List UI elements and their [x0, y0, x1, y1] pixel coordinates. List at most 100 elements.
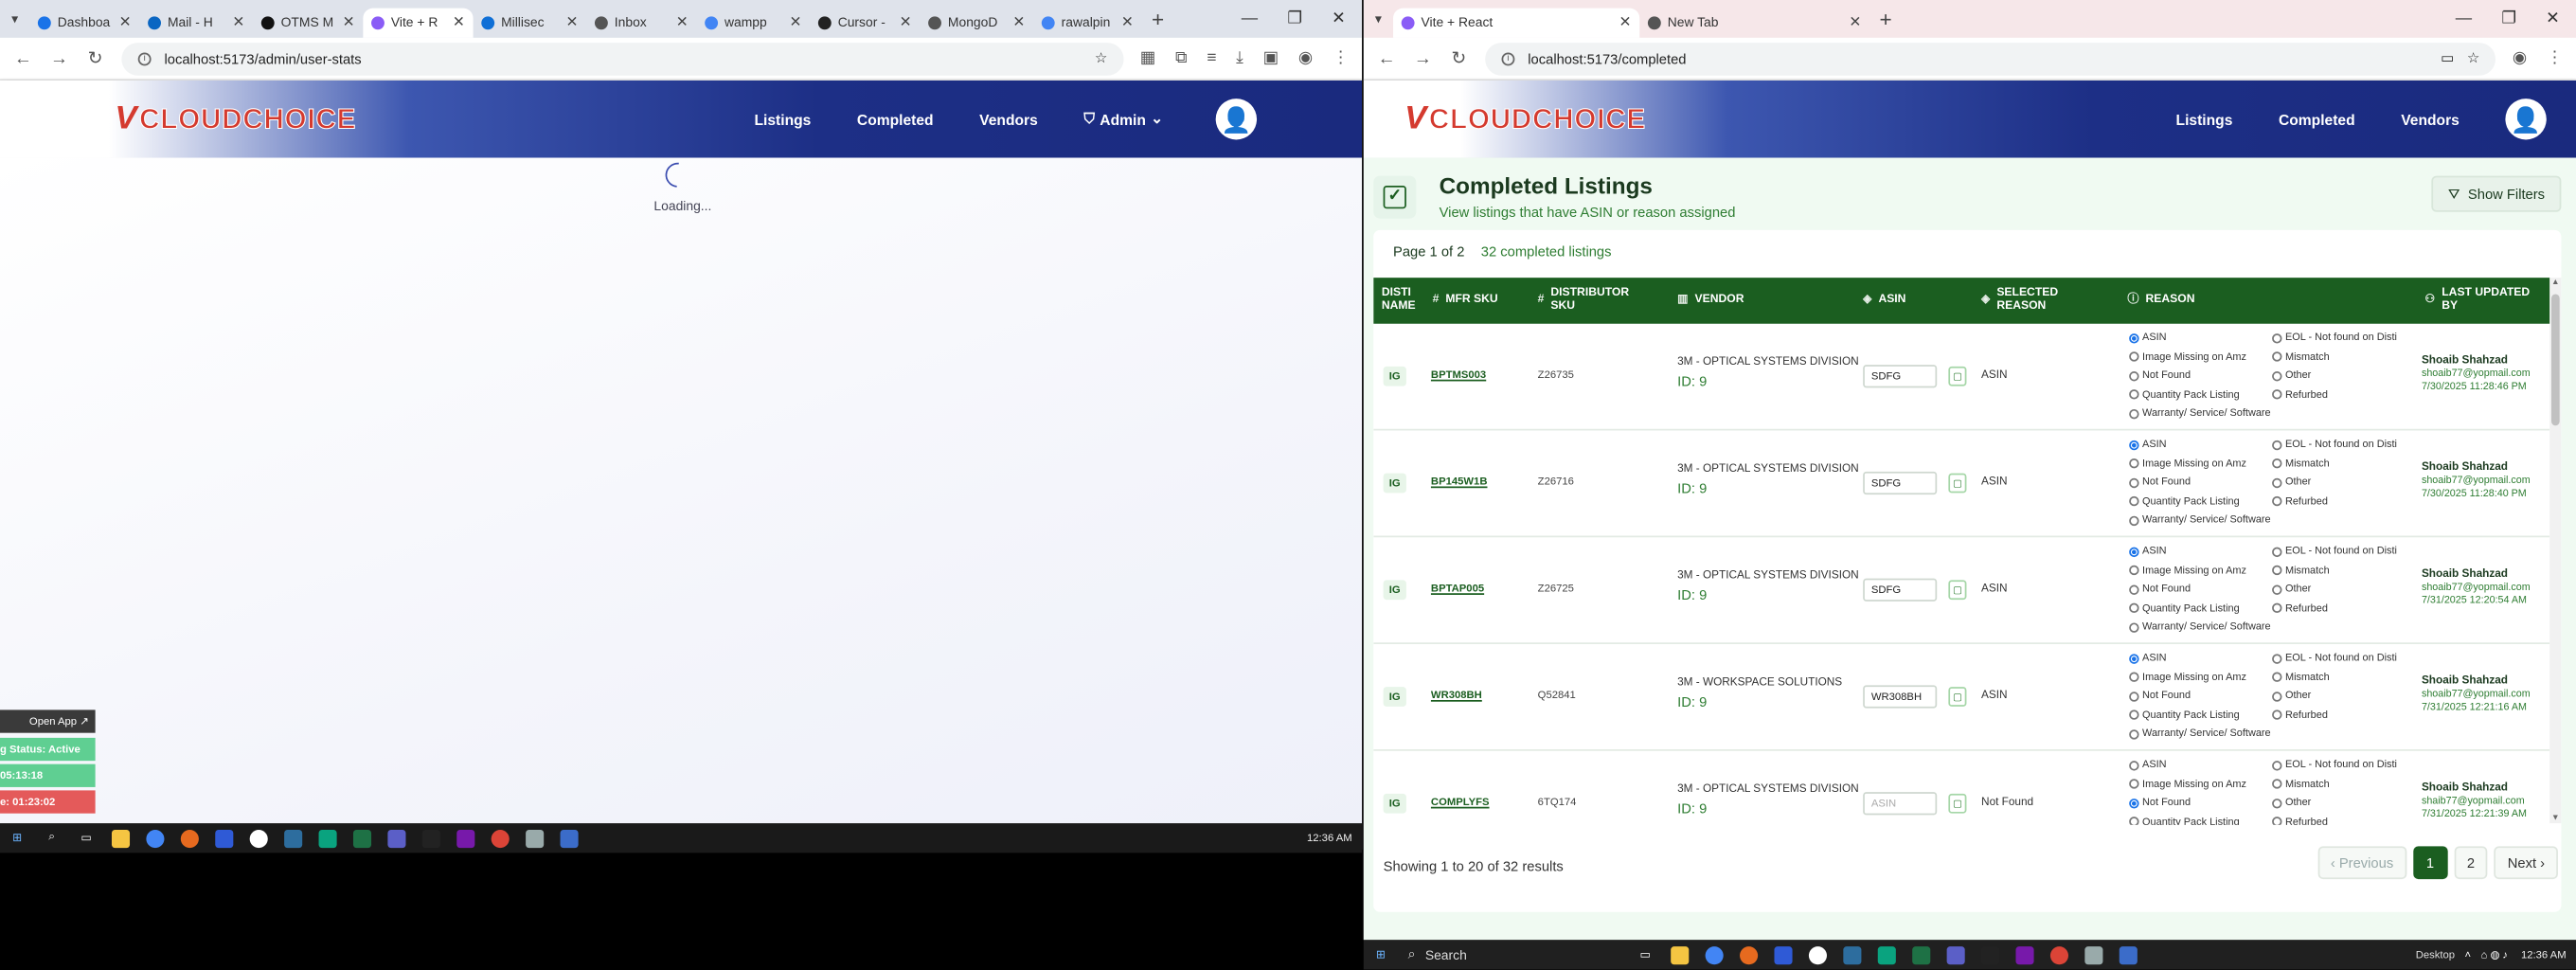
right-profile-icon[interactable]: ◉	[2513, 49, 2527, 67]
col-mfr-sku[interactable]: # MFR SKU	[1433, 278, 1498, 324]
radio-button[interactable]	[2129, 408, 2139, 419]
calculator-icon[interactable]	[560, 829, 579, 848]
nav-completed[interactable]: Completed	[857, 111, 934, 127]
radio-button[interactable]	[2129, 458, 2139, 469]
save-asin-icon[interactable]: ▢	[1948, 793, 1967, 814]
reason-option[interactable]: ASIN	[2129, 759, 2167, 771]
url-input[interactable]: i localhost:5173/admin/user-stats ☆	[121, 42, 1124, 75]
reason-option[interactable]: Refurbed	[2272, 602, 2328, 614]
save-asin-icon[interactable]: ▢	[1948, 366, 1967, 386]
reason-option[interactable]: Image Missing on Amz	[2129, 458, 2246, 469]
updater-email[interactable]: shoaib77@yopmail.com	[2422, 475, 2531, 488]
reason-option[interactable]: ASIN	[2129, 546, 2167, 557]
nav-admin-dropdown[interactable]: ⛉ Admin ⌄	[1083, 110, 1163, 128]
reason-option[interactable]: Mismatch	[2272, 778, 2330, 790]
reason-option[interactable]: Quantity Pack Listing	[2129, 388, 2240, 400]
radio-button[interactable]	[2272, 476, 2282, 488]
radio-button[interactable]	[2272, 779, 2282, 789]
show-filters-button[interactable]: ⛛ Show Filters	[2431, 175, 2562, 212]
radio-button[interactable]	[2272, 602, 2282, 614]
reason-option[interactable]: Image Missing on Amz	[2129, 350, 2246, 363]
col-asin[interactable]: ◈ ASIN	[1863, 278, 1905, 324]
right-app-icon-3[interactable]	[1843, 945, 1862, 964]
taskbar-search-box[interactable]: ⌕ Search	[1398, 943, 1628, 966]
app-icon-3[interactable]	[284, 829, 303, 848]
reason-option[interactable]: Image Missing on Amz	[2129, 778, 2246, 790]
reason-option[interactable]: EOL - Not found on Disti	[2272, 439, 2397, 450]
updater-email[interactable]: shoaib77@yopmail.com	[2422, 368, 2531, 382]
desktop-label[interactable]: Desktop	[2416, 949, 2455, 961]
radio-button[interactable]	[2272, 710, 2282, 720]
cursor-app-icon[interactable]	[421, 829, 440, 848]
right-site-info-icon[interactable]: i	[1501, 51, 1515, 65]
col-vendor[interactable]: ▥ VENDOR	[1677, 278, 1744, 324]
site-info-icon[interactable]: i	[137, 51, 152, 65]
left-tab-2[interactable]: OTMS M ✕	[253, 8, 363, 37]
right-app-icon-5[interactable]	[2084, 945, 2103, 964]
app-icon-2[interactable]	[249, 829, 268, 848]
right-cursor-app-icon[interactable]	[1981, 945, 2000, 964]
menu-kebab-icon[interactable]: ⋮	[1333, 49, 1349, 67]
save-asin-icon[interactable]: ▢	[1948, 687, 1967, 707]
reason-option[interactable]: ASIN	[2129, 439, 2167, 450]
radio-button[interactable]	[2129, 672, 2139, 682]
tab-close-icon[interactable]: ✕	[119, 13, 132, 31]
mfr-sku-link[interactable]: BP145W1B	[1431, 476, 1488, 488]
updater-email[interactable]: shoaib77@yopmail.com	[2422, 689, 2531, 702]
radio-button[interactable]	[2129, 332, 2139, 343]
radio-button[interactable]	[2129, 440, 2139, 450]
radio-button[interactable]	[2129, 602, 2139, 614]
reason-option[interactable]: Warranty/ Service/ Software	[2129, 621, 2271, 633]
radio-button[interactable]	[2129, 779, 2139, 789]
teams-icon[interactable]	[387, 829, 406, 848]
firefox-icon[interactable]	[180, 829, 199, 848]
radio-button[interactable]	[2272, 653, 2282, 663]
chrome-alt-icon[interactable]	[491, 829, 510, 848]
right-app-icon-4[interactable]	[1877, 945, 1896, 964]
asin-input[interactable]: SDFG	[1863, 578, 1938, 602]
radio-button[interactable]	[2272, 672, 2282, 682]
reason-option[interactable]: ASIN	[2129, 653, 2167, 664]
reason-option[interactable]: Quantity Pack Listing	[2129, 816, 2240, 825]
chrome-icon[interactable]	[146, 829, 165, 848]
right-tab-search-icon[interactable]: ▾	[1364, 11, 1393, 27]
reason-option[interactable]: Image Missing on Amz	[2129, 672, 2246, 683]
reason-option[interactable]: Not Found	[2129, 691, 2191, 702]
close-window-icon[interactable]: ✕	[1332, 9, 1346, 27]
right-tab-1[interactable]: New Tab ✕	[1639, 8, 1869, 37]
left-tab-0[interactable]: Dashboa ✕	[29, 8, 139, 37]
mfr-sku-link[interactable]: WR308BH	[1431, 691, 1482, 702]
reason-option[interactable]: Mismatch	[2272, 458, 2330, 469]
tab-close-icon[interactable]: ✕	[232, 13, 244, 31]
windows-start-icon[interactable]: ⊞	[9, 829, 27, 847]
right-app-icon-2[interactable]	[1808, 945, 1827, 964]
right-app-icon-1[interactable]	[1774, 945, 1793, 964]
col-reason[interactable]: ⓘ REASON	[2127, 278, 2194, 324]
right-chrome-alt-icon[interactable]	[2049, 945, 2068, 964]
left-tab-6[interactable]: wampp ✕	[697, 8, 811, 37]
reason-option[interactable]: Mismatch	[2272, 565, 2330, 576]
mfr-sku-link[interactable]: COMPLYFS	[1431, 797, 1490, 808]
right-task-view-icon[interactable]: ▭	[1637, 945, 1655, 963]
tab-close-icon[interactable]: ✕	[1121, 13, 1134, 31]
left-tab-1[interactable]: Mail - H ✕	[139, 8, 253, 37]
reason-option[interactable]: Refurbed	[2272, 816, 2328, 825]
right-nav-completed[interactable]: Completed	[2279, 111, 2355, 127]
radio-button[interactable]	[2129, 495, 2139, 507]
reason-option[interactable]: Mismatch	[2272, 350, 2330, 363]
radio-button[interactable]	[2129, 653, 2139, 663]
radio-button[interactable]	[2272, 760, 2282, 770]
col-disti[interactable]: DISTI NAME	[1382, 278, 1428, 324]
table-scrollbar[interactable]: ▲ ▼	[2549, 278, 2562, 824]
tab-close-icon[interactable]: ✕	[343, 13, 355, 31]
page-1-button[interactable]: 1	[2413, 846, 2447, 880]
tab-search-icon[interactable]: ▾	[0, 11, 29, 27]
right-user-avatar-icon[interactable]: 👤	[2505, 99, 2547, 140]
asin-input[interactable]: SDFG	[1863, 471, 1938, 495]
reason-option[interactable]: Warranty/ Service/ Software	[2129, 728, 2271, 740]
reason-option[interactable]: Quantity Pack Listing	[2129, 710, 2240, 721]
reason-option[interactable]: Not Found	[2129, 584, 2191, 595]
right-cloudchoice-logo[interactable]: V CLOUDCHOICE	[1404, 100, 1646, 138]
right-menu-kebab-icon[interactable]: ⋮	[2547, 49, 2563, 67]
page-2-button[interactable]: 2	[2453, 846, 2488, 880]
